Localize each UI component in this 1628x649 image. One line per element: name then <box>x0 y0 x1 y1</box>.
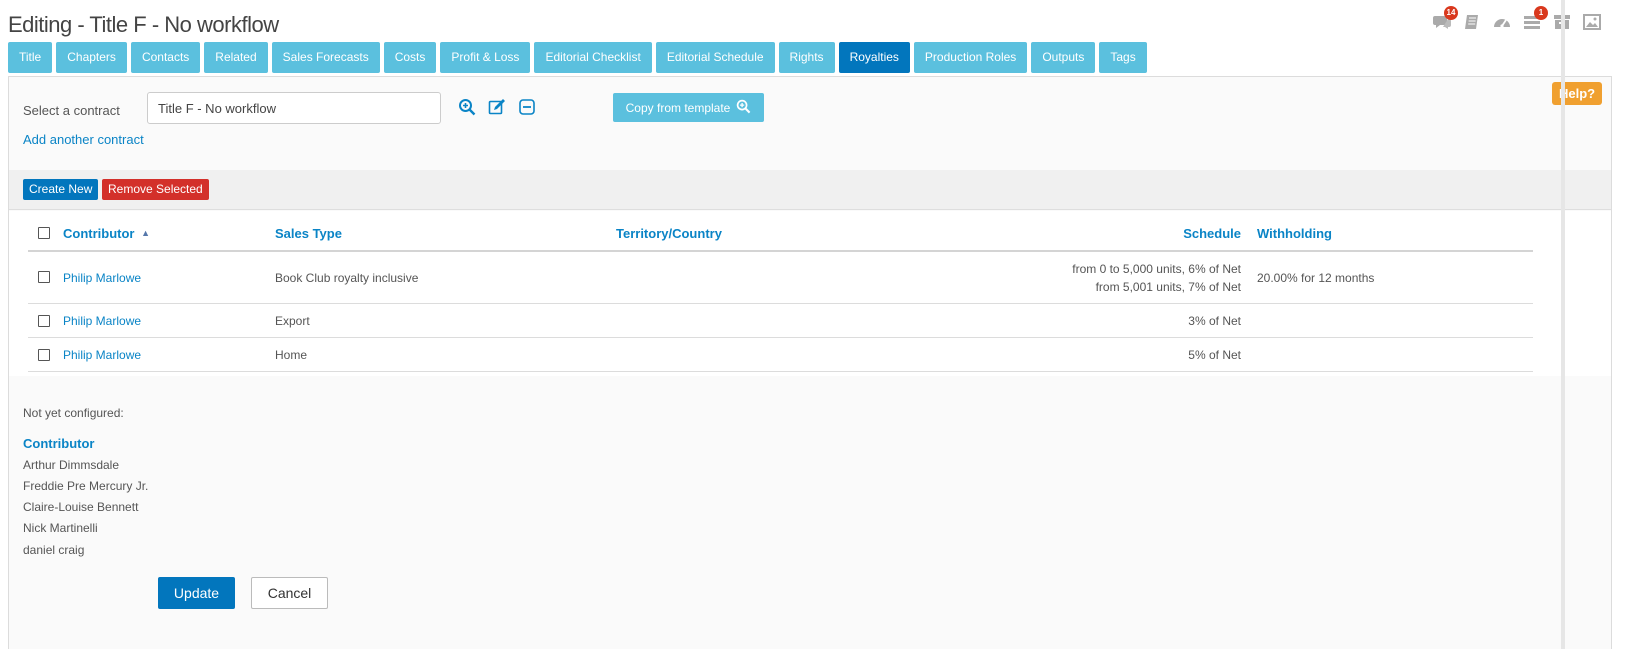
add-another-contract-link[interactable]: Add another contract <box>23 132 144 147</box>
search-icon <box>736 99 751 117</box>
tab-editorial-schedule[interactable]: Editorial Schedule <box>655 42 775 73</box>
task-list-icon[interactable]: 1 <box>1522 6 1548 32</box>
unconfigured-contributor: Claire-Louise Bennett <box>23 500 139 514</box>
update-button[interactable]: Update <box>158 577 235 609</box>
select-contract-label: Select a contract <box>23 103 120 118</box>
tab-chapters[interactable]: Chapters <box>56 42 127 73</box>
tab-outputs[interactable]: Outputs <box>1031 42 1096 73</box>
comments-icon[interactable]: 14 <box>1432 6 1458 32</box>
header-schedule[interactable]: Schedule <box>1141 226 1241 241</box>
header-withholding[interactable]: Withholding <box>1257 226 1332 241</box>
tab-tags[interactable]: Tags <box>1099 42 1147 73</box>
row-checkbox[interactable] <box>38 349 50 361</box>
tab-production-roles[interactable]: Production Roles <box>913 42 1028 73</box>
comments-badge: 14 <box>1444 6 1458 20</box>
not-configured-heading: Contributor <box>23 436 95 451</box>
notebook-icon[interactable] <box>1462 12 1482 32</box>
row-checkbox[interactable] <box>38 315 50 327</box>
row-checkbox[interactable] <box>38 271 50 283</box>
row-withholding: 20.00% for 12 months <box>1257 271 1375 285</box>
cancel-button[interactable]: Cancel <box>251 577 328 609</box>
row-divider <box>28 371 1533 372</box>
edit-icon[interactable] <box>488 98 506 119</box>
header-territory[interactable]: Territory/Country <box>616 226 722 241</box>
copy-template-label: Copy from template <box>625 100 731 115</box>
dashboard-icon[interactable] <box>1492 12 1512 32</box>
remove-selected-button[interactable]: Remove Selected <box>102 179 209 200</box>
row-contributor-link[interactable]: Philip Marlowe <box>63 348 141 362</box>
header-divider <box>28 250 1533 252</box>
row-schedule: 5% of Net <box>1188 348 1241 362</box>
tab-sales-forecasts[interactable]: Sales Forecasts <box>271 42 380 73</box>
tab-royalties[interactable]: Royalties <box>838 42 910 73</box>
contract-input[interactable] <box>147 92 441 124</box>
unconfigured-contributor: Nick Martinelli <box>23 521 98 535</box>
row-divider <box>28 337 1533 338</box>
remove-contract-icon[interactable] <box>518 98 536 119</box>
not-configured-label: Not yet configured: <box>23 406 124 420</box>
tab-contacts[interactable]: Contacts <box>130 42 201 73</box>
royalties-table <box>9 211 1611 376</box>
zoom-icon[interactable] <box>458 98 476 119</box>
page-scrollbar[interactable] <box>1561 0 1565 649</box>
tasks-badge: 1 <box>1534 6 1548 20</box>
row-sales-type: Export <box>275 314 310 328</box>
image-icon[interactable] <box>1582 12 1602 32</box>
select-all-checkbox[interactable] <box>38 227 50 239</box>
copy-from-template-button[interactable]: Copy from template <box>613 93 764 122</box>
unconfigured-contributor: Arthur Dimmsdale <box>23 458 120 472</box>
header-contributor[interactable]: Contributor ▲ <box>63 226 150 241</box>
tab-bar: Title Chapters Contacts Related Sales Fo… <box>8 42 1147 73</box>
row-sales-type: Home <box>275 348 308 362</box>
tab-costs[interactable]: Costs <box>383 42 437 73</box>
tab-title[interactable]: Title <box>8 42 53 73</box>
table-toolbar <box>9 170 1611 210</box>
header-sales-type[interactable]: Sales Type <box>275 226 342 241</box>
row-contributor-link[interactable]: Philip Marlowe <box>63 314 141 328</box>
tab-editorial-checklist[interactable]: Editorial Checklist <box>534 42 652 73</box>
top-toolbar: 14 1 <box>1432 6 1602 32</box>
header-contributor-label: Contributor <box>63 226 135 241</box>
tab-rights[interactable]: Rights <box>778 42 835 73</box>
tab-related[interactable]: Related <box>204 42 268 73</box>
help-button[interactable]: Help? <box>1552 82 1603 105</box>
contract-actions <box>458 98 536 119</box>
row-divider <box>28 303 1533 304</box>
unconfigured-contributor: Freddie Pre Mercury Jr. <box>23 479 149 493</box>
unconfigured-contributor: daniel craig <box>23 543 85 557</box>
row-schedule-tier-2: from 5,001 units, 7% of Net <box>1095 280 1241 294</box>
page-title: Editing - Title F - No workflow <box>8 12 279 37</box>
row-contributor-link[interactable]: Philip Marlowe <box>63 271 141 285</box>
row-schedule: from 0 to 5,000 units, 6% of Net <box>1072 262 1241 276</box>
row-schedule: 3% of Net <box>1188 314 1241 328</box>
create-new-button[interactable]: Create New <box>23 179 99 200</box>
sort-ascending-icon: ▲ <box>141 228 151 238</box>
tab-profit-loss[interactable]: Profit & Loss <box>440 42 531 73</box>
row-sales-type: Book Club royalty inclusive <box>275 271 419 285</box>
